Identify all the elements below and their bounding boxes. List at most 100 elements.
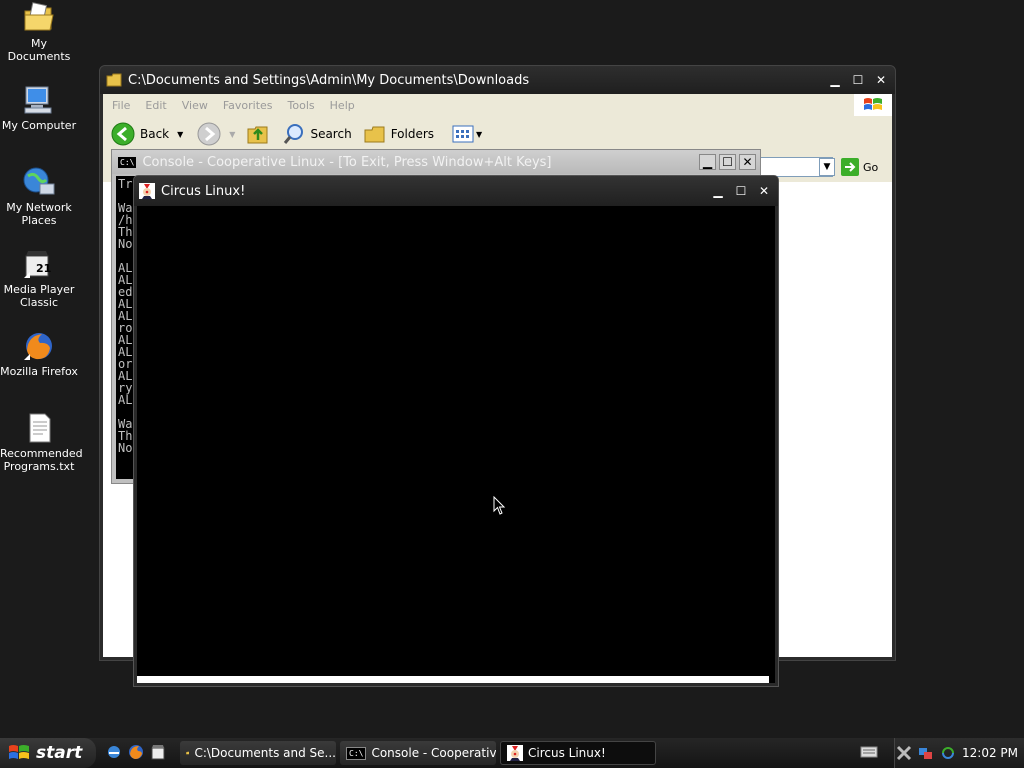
chevron-down-icon: ▼ (823, 162, 831, 172)
maximize-icon: ☐ (735, 184, 747, 198)
quick-launch-media-player[interactable] (150, 744, 166, 763)
media-player-icon: 21 (24, 251, 51, 278)
desktop-icon-label: Media Player Classic (3, 283, 75, 309)
minimize-button[interactable]: ▁ (699, 154, 716, 170)
explorer-title: C:\Documents and Settings\Admin\My Docum… (128, 72, 530, 88)
menu-edit[interactable]: Edit (145, 99, 166, 112)
explorer-menubar: File Edit View Favorites Tools Help (103, 94, 892, 116)
keyboard-icon[interactable] (860, 745, 878, 762)
maximize-button[interactable]: ☐ (848, 71, 868, 89)
desktop-icon-label: Recommended Programs.txt (0, 447, 83, 473)
circus-titlebar[interactable]: Circus Linux! ▁ ☐ ✕ (134, 176, 778, 206)
desktop-icon-label: Mozilla Firefox (0, 365, 78, 378)
forward-button[interactable]: ▼ (197, 122, 235, 146)
folder-icon (106, 73, 122, 87)
back-arrow-icon (111, 122, 135, 146)
menu-favorites[interactable]: Favorites (223, 99, 273, 112)
views-button[interactable]: ▼ (452, 124, 482, 144)
menu-tools[interactable]: Tools (288, 99, 315, 112)
desktop-icon-recommended-programs[interactable]: Recommended Programs.txt (0, 412, 83, 473)
minimize-icon: ▁ (713, 184, 723, 198)
close-button[interactable]: ✕ (739, 154, 756, 170)
internet-explorer-icon (108, 745, 120, 758)
close-button[interactable]: ✕ (871, 71, 891, 89)
windows-flag-icon (9, 745, 29, 759)
tray-network-icon[interactable] (918, 745, 934, 761)
chevron-down-icon: ▼ (476, 129, 483, 139)
firefox-icon (24, 333, 52, 360)
up-folder-icon (247, 126, 268, 144)
tray-sync-icon[interactable] (940, 745, 956, 761)
console-icon: C:\ (346, 746, 367, 760)
folders-icon (364, 126, 385, 143)
computer-icon (24, 86, 52, 114)
quick-launch (106, 744, 172, 763)
media-player-icon (151, 744, 165, 759)
explorer-titlebar[interactable]: C:\Documents and Settings\Admin\My Docum… (100, 66, 895, 94)
task-console[interactable]: C:\ Console - Cooperativ... (340, 741, 496, 765)
desktop-icon-my-computer[interactable]: My Computer (0, 84, 78, 132)
views-icon (452, 125, 474, 143)
menu-view[interactable]: View (182, 99, 208, 112)
circus-title: Circus Linux! (161, 183, 246, 199)
minimize-button[interactable]: ▁ (825, 71, 845, 89)
maximize-button[interactable]: ☐ (719, 154, 736, 170)
maximize-button[interactable]: ☐ (731, 182, 751, 200)
desktop-icon-media-player-classic[interactable]: 21 Media Player Classic (0, 248, 78, 309)
quick-launch-ie[interactable] (106, 744, 122, 763)
start-button[interactable]: start (0, 738, 96, 768)
console-icon: C:\ (118, 156, 137, 168)
search-button[interactable]: Search (283, 123, 352, 145)
svg-text:21: 21 (36, 262, 51, 275)
desktop-icon-label: My Documents (7, 37, 71, 63)
folder-documents-icon (24, 2, 54, 31)
firefox-icon (129, 744, 143, 759)
text-file-icon (29, 413, 51, 443)
close-button[interactable]: ✕ (754, 182, 774, 200)
minimize-button[interactable]: ▁ (708, 182, 728, 200)
maximize-icon: ☐ (852, 73, 864, 87)
windows-flag-icon (854, 94, 892, 116)
console-titlebar[interactable]: C:\ Console - Cooperative Linux - [To Ex… (112, 150, 760, 174)
desktop-icon-my-network-places[interactable]: My Network Places (0, 166, 78, 227)
taskbar: start C:\Documents and Se... C:\ Console… (0, 738, 1024, 768)
clock: 12:02 PM (962, 746, 1018, 760)
desktop-icon-mozilla-firefox[interactable]: Mozilla Firefox (0, 330, 78, 378)
minimize-icon: ▁ (702, 155, 713, 169)
task-explorer[interactable]: C:\Documents and Se... (180, 741, 336, 765)
close-icon: ✕ (742, 155, 753, 169)
search-icon (284, 124, 304, 144)
console-title: Console - Cooperative Linux - [To Exit, … (142, 154, 552, 170)
desktop-icon-label: My Network Places (6, 201, 72, 227)
close-icon: ✕ (758, 184, 770, 198)
chevron-down-icon[interactable]: ▼ (177, 130, 183, 139)
address-dropdown-button[interactable]: ▼ (819, 158, 835, 176)
desktop-icon-my-documents[interactable]: My Documents (0, 2, 78, 63)
up-folder-button[interactable] (247, 123, 269, 145)
task-circus-linux[interactable]: Circus Linux! (500, 741, 656, 765)
clown-icon (139, 183, 155, 199)
network-icon (23, 167, 55, 195)
tray-xming-icon[interactable] (896, 745, 912, 761)
clown-icon (507, 745, 523, 761)
folder-icon (186, 751, 190, 755)
menu-file[interactable]: File (112, 99, 130, 112)
mouse-cursor-icon (493, 496, 506, 515)
folders-button[interactable]: Folders (364, 124, 434, 144)
desktop-icon-label: My Computer (1, 119, 77, 132)
go-button[interactable]: Go (841, 158, 878, 176)
maximize-icon: ☐ (722, 155, 733, 169)
forward-arrow-icon (197, 122, 221, 146)
minimize-icon: ▁ (830, 73, 840, 87)
circus-linux-window[interactable]: Circus Linux! ▁ ☐ ✕ (133, 175, 779, 687)
explorer-toolbar: Back ▼ ▼ Search Folders ▼ (103, 116, 892, 152)
game-canvas[interactable] (137, 206, 775, 683)
chevron-down-icon: ▼ (229, 129, 236, 139)
go-arrow-icon (841, 158, 859, 176)
system-tray: 12:02 PM (894, 738, 1024, 768)
quick-launch-firefox[interactable] (128, 744, 144, 763)
menu-help[interactable]: Help (330, 99, 355, 112)
game-floor (137, 676, 769, 683)
back-button[interactable]: Back ▼ (111, 122, 183, 146)
close-icon: ✕ (875, 73, 887, 87)
